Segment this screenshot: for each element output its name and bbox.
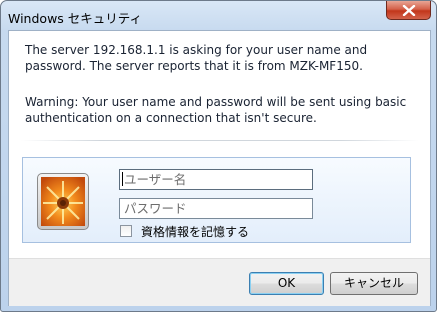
button-bar: OK キャンセル — [9, 258, 430, 306]
divider — [21, 140, 419, 141]
warning-message: Warning: Your user name and password wil… — [25, 95, 407, 125]
password-field[interactable] — [119, 198, 313, 219]
flower-avatar-icon — [41, 177, 85, 226]
security-dialog: Windows セキュリティ The server 192.168.1.1 is… — [0, 0, 437, 312]
window-title: Windows セキュリティ — [8, 11, 143, 26]
remember-credentials-label[interactable]: 資格情報を記憶する — [141, 223, 249, 240]
title-bar[interactable]: Windows セキュリティ — [1, 1, 438, 31]
cancel-button[interactable]: キャンセル — [330, 272, 418, 295]
dialog-content: The server 192.168.1.1 is asking for you… — [8, 30, 431, 306]
text-caret — [122, 172, 123, 186]
close-button[interactable] — [386, 1, 431, 20]
credential-tile: 資格情報を記憶する — [22, 157, 411, 243]
ok-button[interactable]: OK — [249, 272, 324, 295]
remember-credentials-checkbox[interactable] — [120, 225, 132, 237]
server-message: The server 192.168.1.1 is asking for you… — [25, 43, 368, 73]
user-avatar — [37, 173, 89, 230]
close-icon — [402, 5, 416, 16]
username-field[interactable] — [119, 169, 313, 190]
